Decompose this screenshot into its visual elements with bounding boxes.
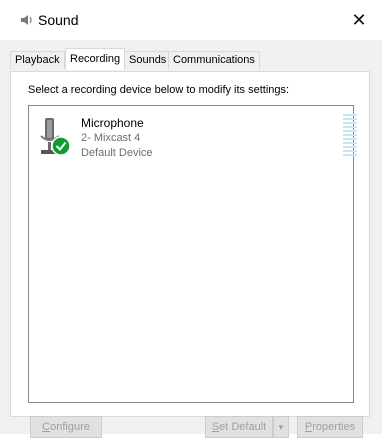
tab-communications[interactable]: Communications — [168, 51, 260, 69]
instruction-text: Select a recording device below to modif… — [28, 84, 290, 96]
properties-mnemonic: P — [304, 421, 313, 433]
list-item[interactable]: Microphone 2- Mixcast 4 Default Device — [29, 106, 357, 162]
device-name: Microphone — [81, 116, 144, 130]
device-status: Default Device — [81, 147, 153, 159]
tab-recording[interactable]: Recording — [65, 48, 126, 70]
set-default-button[interactable]: Set Default — [205, 416, 273, 438]
device-list[interactable]: Microphone 2- Mixcast 4 Default Device — [28, 105, 357, 403]
title-bar[interactable]: Sound ✕ — [0, 0, 382, 40]
set-default-mnemonic: S — [211, 421, 220, 433]
configure-label: onfigure — [50, 421, 90, 433]
level-meter — [343, 114, 357, 156]
configure-mnemonic: C — [42, 421, 51, 433]
properties-label: roperties — [312, 421, 356, 433]
tab-sounds[interactable]: Sounds — [124, 51, 172, 69]
close-button[interactable]: ✕ — [336, 0, 382, 40]
dialog-client-area: Playback Recording Sounds Communications… — [0, 40, 382, 438]
set-default-label: et Default — [219, 421, 267, 433]
speaker-icon — [21, 15, 32, 25]
properties-button[interactable]: Properties — [297, 416, 363, 438]
tab-playback[interactable]: Playback — [10, 51, 65, 69]
device-detail: 2- Mixcast 4 — [81, 132, 141, 144]
microphone-icon — [40, 118, 71, 156]
chevron-down-icon: ▼ — [277, 422, 285, 432]
window-title: Sound — [38, 12, 79, 28]
close-icon: ✕ — [351, 9, 367, 30]
recording-panel: Select a recording device below to modif… — [10, 71, 370, 417]
configure-button[interactable]: Configure — [30, 416, 102, 438]
set-default-dropdown-button[interactable]: ▼ — [273, 416, 289, 438]
green-check-icon — [51, 136, 71, 156]
